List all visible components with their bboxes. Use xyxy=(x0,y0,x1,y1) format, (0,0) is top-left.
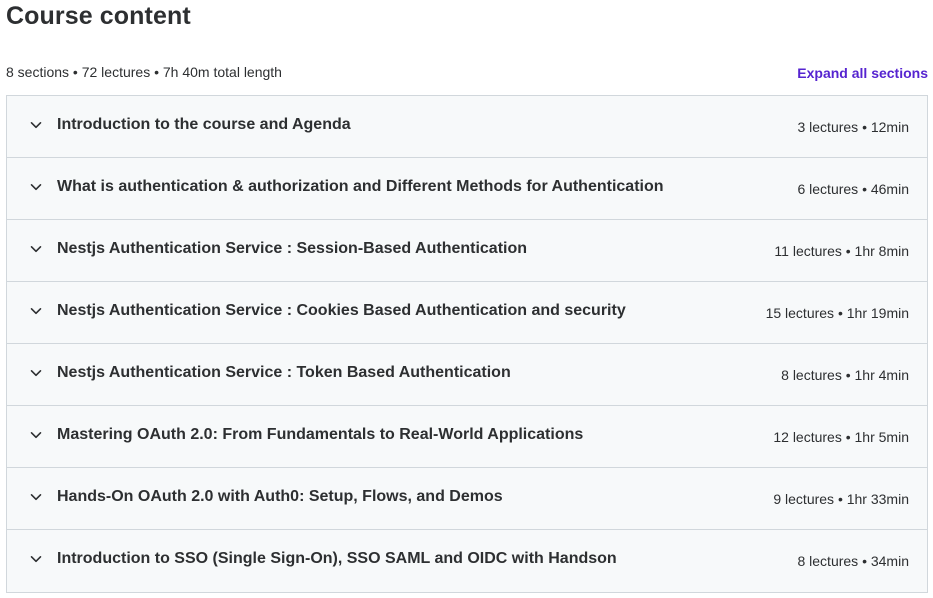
section-meta: 11 lectures • 1hr 8min xyxy=(774,243,909,259)
section-title: Nestjs Authentication Service : Token Ba… xyxy=(57,364,511,381)
section-meta: 6 lectures • 46min xyxy=(797,181,909,197)
section-header[interactable]: Nestjs Authentication Service : Cookies … xyxy=(7,282,927,344)
course-content-panel: Course content 8 sections • 72 lectures … xyxy=(0,0,933,598)
course-meta-row: 8 sections • 72 lectures • 7h 40m total … xyxy=(6,64,928,84)
section-header[interactable]: Introduction to SSO (Single Sign-On), SS… xyxy=(7,530,927,592)
section-header[interactable]: Nestjs Authentication Service : Session-… xyxy=(7,220,927,282)
section-title: Nestjs Authentication Service : Cookies … xyxy=(57,302,626,319)
chevron-down-icon xyxy=(29,118,43,132)
chevron-down-icon xyxy=(29,428,43,442)
chevron-down-icon xyxy=(29,242,43,256)
section-header[interactable]: Mastering OAuth 2.0: From Fundamentals t… xyxy=(7,406,927,468)
sections-accordion: Introduction to the course and Agenda 3 … xyxy=(6,95,928,593)
section-title: Mastering OAuth 2.0: From Fundamentals t… xyxy=(57,426,584,443)
section-title: Introduction to SSO (Single Sign-On), SS… xyxy=(57,550,617,567)
section-title: Introduction to the course and Agenda xyxy=(57,116,351,133)
expand-all-sections-button[interactable]: Expand all sections xyxy=(797,65,928,81)
section-meta: 15 lectures • 1hr 19min xyxy=(765,305,909,321)
chevron-down-icon xyxy=(29,552,43,566)
section-title: Nestjs Authentication Service : Session-… xyxy=(57,240,528,257)
section-header[interactable]: Hands-On OAuth 2.0 with Auth0: Setup, Fl… xyxy=(7,468,927,530)
chevron-down-icon xyxy=(29,490,43,504)
page-title: Course content xyxy=(6,2,191,30)
section-title: What is authentication & authorization a… xyxy=(57,178,664,195)
section-meta: 8 lectures • 1hr 4min xyxy=(781,367,909,383)
section-title: Hands-On OAuth 2.0 with Auth0: Setup, Fl… xyxy=(57,488,503,505)
section-meta: 9 lectures • 1hr 33min xyxy=(773,491,909,507)
chevron-down-icon xyxy=(29,304,43,318)
chevron-down-icon xyxy=(29,180,43,194)
section-header[interactable]: Nestjs Authentication Service : Token Ba… xyxy=(7,344,927,406)
course-summary: 8 sections • 72 lectures • 7h 40m total … xyxy=(6,64,282,80)
section-meta: 12 lectures • 1hr 5min xyxy=(773,429,909,445)
section-header[interactable]: What is authentication & authorization a… xyxy=(7,158,927,220)
section-header[interactable]: Introduction to the course and Agenda 3 … xyxy=(7,96,927,158)
section-meta: 3 lectures • 12min xyxy=(797,119,909,135)
chevron-down-icon xyxy=(29,366,43,380)
section-meta: 8 lectures • 34min xyxy=(797,553,909,569)
